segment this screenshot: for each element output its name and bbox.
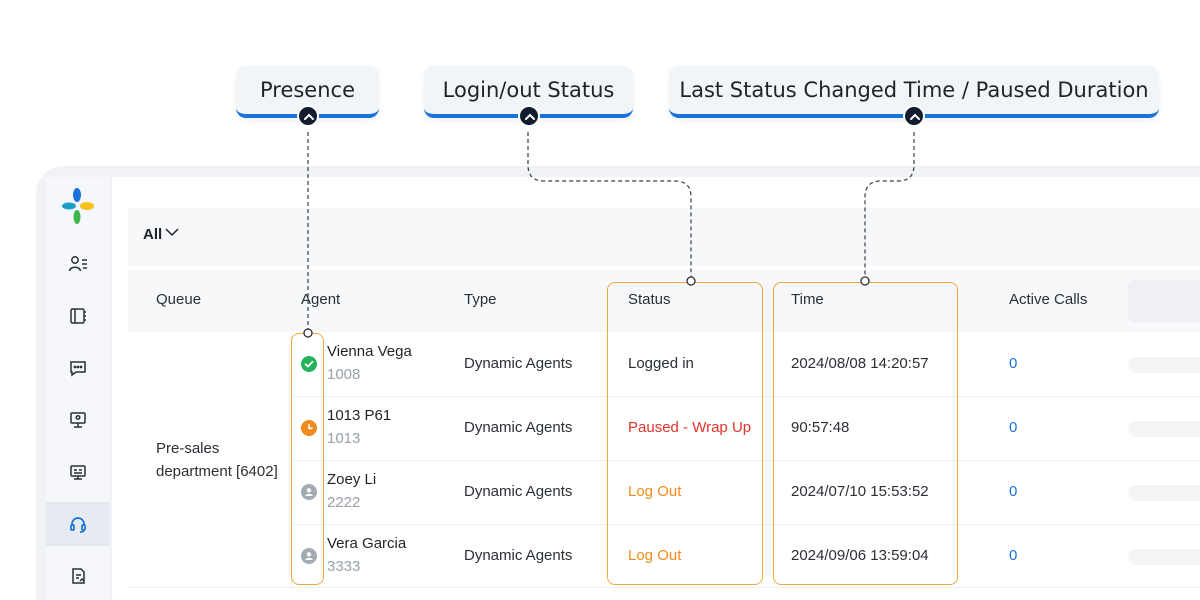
callout-connectors: [303, 132, 915, 338]
